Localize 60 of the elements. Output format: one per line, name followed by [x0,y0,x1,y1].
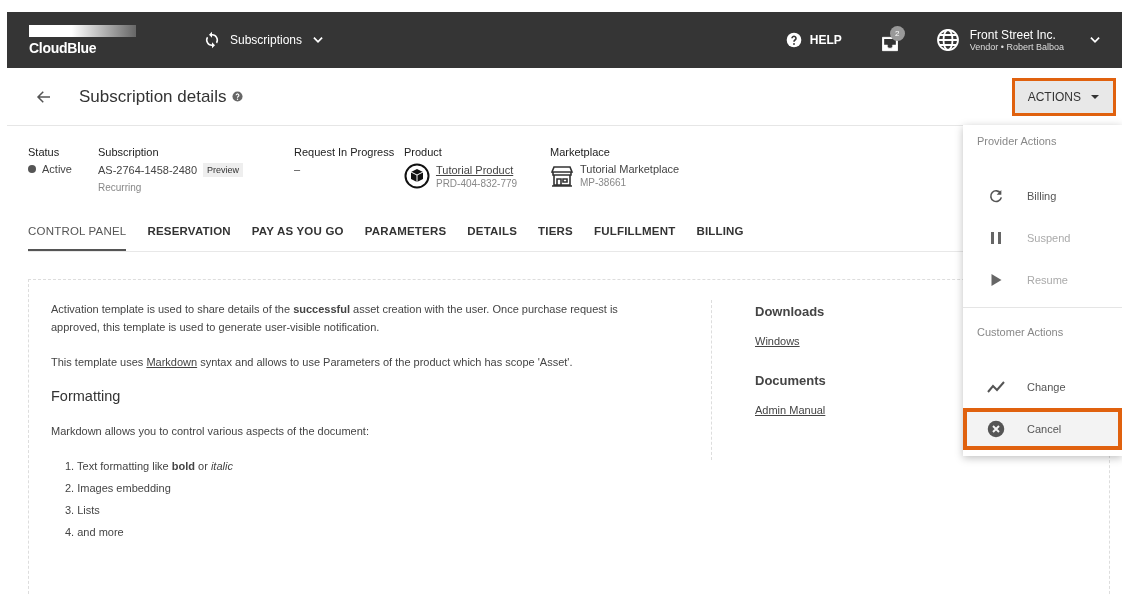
menu-section-title: Provider Actions [976,135,1058,149]
document-link[interactable]: Admin Manual [755,404,826,416]
field-label: Product [403,146,443,158]
cube-icon [403,163,430,189]
help-icon[interactable] [232,91,244,102]
section-title: Documents [755,373,826,388]
section-title: Downloads [755,304,826,319]
paragraph: Markdown allows you to control various aspects of the document: [51,424,370,439]
field-label: Marketplace [549,146,611,158]
request-value: – [293,163,302,175]
field-label: Request In Progress [293,146,396,158]
list-item: 3. Lists [65,503,101,518]
tab[interactable]: CONTROL PANEL [28,217,127,251]
preview-tag: Preview [203,163,244,177]
paragraph: This template uses Markdown syntax and allows to use Parameters of the product which has scope 'Asset'. [51,355,574,370]
refresh-icon [987,188,1005,204]
tab[interactable]: PARAMETERS [364,217,447,251]
menu-item[interactable]: Cancel [963,408,1122,450]
tab[interactable]: RESERVATION [147,217,231,251]
notification-badge: 2 [889,26,905,41]
menu-section-title: Customer Actions [976,326,1065,340]
product-link[interactable]: Tutorial Product [435,163,518,176]
help-icon [785,32,802,48]
trend-line-icon [987,381,1005,393]
marketplace-id: MP-38661 [579,177,628,188]
product-id: PRD-404-832-779 [435,177,518,189]
menu-item[interactable]: Billing [963,175,1122,217]
tab[interactable]: TIERS [538,217,573,251]
markdown-link[interactable]: Markdown [146,356,198,368]
logo[interactable]: CloudBlue [29,24,137,56]
globe-icon [935,28,960,52]
list-item: 1. Text formatting like bold or italic [65,459,234,474]
subscription-id: AS-2764-1458-2480 [97,164,198,176]
tab[interactable]: FULFILLMENT [593,217,676,251]
document-link[interactable]: Windows [755,335,826,347]
field-label: Status [28,146,61,158]
status-dot-icon [28,165,36,173]
field-label: Subscription [97,146,160,158]
status-value: Active [42,163,72,175]
marketplace-name: Tutorial Marketplace [579,163,680,175]
account-role: Vendor • Robert Balboa [969,42,1064,52]
tab[interactable]: BILLING [696,217,744,251]
account-switcher[interactable]: Front Street Inc. Vendor • Robert Balboa [935,28,1102,52]
store-icon [549,163,574,188]
paragraph: Activation template is used to share details of the successful asset creation with the user. Once purchase request is approved, this template is used to generate user-visible notification. [51,302,619,335]
tab[interactable]: PAY AS YOU GO [251,217,344,251]
actions-button[interactable]: ACTIONS [1011,77,1116,116]
list-item: 4. and more [65,525,125,540]
sync-icon [203,31,221,49]
tab[interactable]: DETAILS [467,217,518,251]
menu-item[interactable]: Change [963,366,1122,408]
inbox-icon [879,34,900,54]
page-title: Subscription details [79,86,227,107]
account-name: Front Street Inc. [969,28,1057,42]
module-switcher[interactable]: Subscriptions [203,31,326,49]
subscription-type: Recurring [97,182,143,193]
section-heading: Formatting [51,388,122,404]
help-button[interactable]: HELP [785,32,842,48]
list-item: 2. Images embedding [65,481,172,496]
cancel-icon [987,420,1005,438]
